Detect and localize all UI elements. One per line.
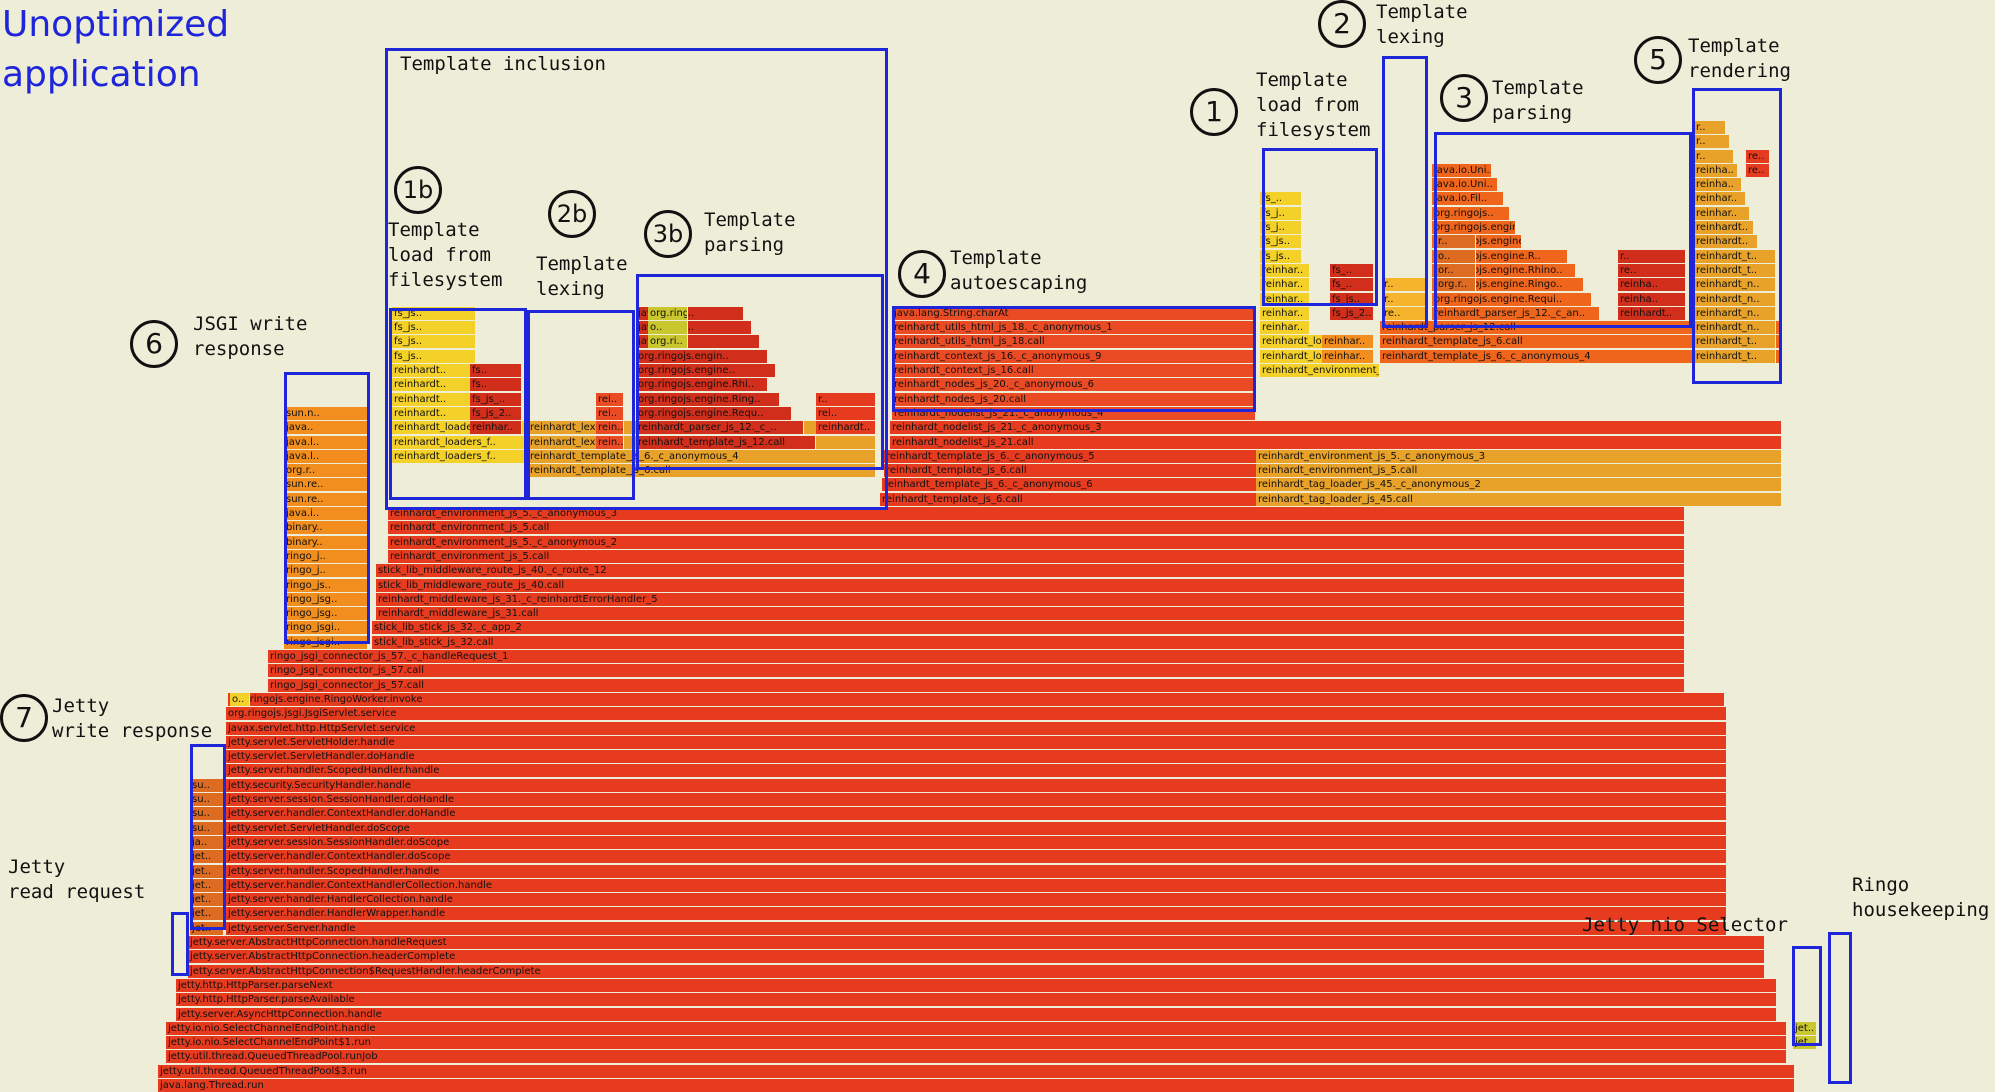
parsing-box xyxy=(1434,132,1692,328)
autoescaping-box xyxy=(892,306,1256,412)
stack-frame[interactable]: jetty.io.nio.SelectChannelEndPoint$1.run xyxy=(166,1036,1787,1050)
annotation-label: Template parsing xyxy=(1492,77,1584,124)
annotation-label: Template lexing xyxy=(536,253,628,300)
annotation-label: Template load from filesystem xyxy=(388,219,503,291)
stack-frame[interactable]: jetty.server.AbstractHttpConnection$Requ… xyxy=(188,964,1765,978)
stack-frame[interactable]: reinhardt_environment_js_5.call xyxy=(388,521,1685,535)
stack-frame[interactable]: org.ringojs.jsgi.JsgiServlet.service xyxy=(226,707,1727,721)
inclusion-load-box xyxy=(389,308,527,500)
jetty-write-box xyxy=(190,744,226,930)
stack-frame[interactable]: reinhardt_middleware_js_31.call xyxy=(376,607,1685,621)
stack-frame[interactable]: jetty.server.AbstractHttpConnection.head… xyxy=(188,950,1765,964)
load-filesystem-frame[interactable]: reinhardt_environment_js_5.call xyxy=(1260,364,1380,377)
stack-frame[interactable]: reinhardt_nodelist_js_21._c_anonymous_3 xyxy=(890,421,1782,435)
stack-frame[interactable]: jetty.server.session.SessionHandler.doHa… xyxy=(226,793,1727,806)
inclusion-lex-box xyxy=(527,310,635,500)
stack-frame[interactable]: ringo_jsgi_connector_js_57.call xyxy=(268,664,1685,678)
stack-frame[interactable]: ringo_jsgi_connector_js_57._c_handleRequ… xyxy=(268,650,1685,663)
stack-frame[interactable]: org.ringojs.engine.RingoWorker.invoke xyxy=(228,692,1725,706)
stack-frame[interactable]: reinhardt_tag_loader_js_45.call xyxy=(1256,492,1782,506)
stack-frame[interactable]: jetty.server.AsyncHttpConnection.handle xyxy=(176,1007,1777,1021)
stack-frame[interactable]: jetty.servlet.ServletHolder.handle xyxy=(226,735,1727,749)
stack-frame[interactable]: jetty.server.session.SessionHandler.doSc… xyxy=(226,835,1727,849)
stack-frame[interactable]: reinhardt_middleware_js_31._c_reinhardtE… xyxy=(376,592,1685,606)
annotation-label: Template inclusion xyxy=(400,53,606,75)
annotation-number: 4 xyxy=(898,250,946,298)
housekeeping-box xyxy=(1828,932,1852,1084)
stack-frame[interactable]: jetty.server.handler.ContextHandler.doHa… xyxy=(226,807,1727,821)
stack-frame[interactable]: stick_lib_middleware_route_js_40.call xyxy=(376,578,1685,592)
stack-frame[interactable]: reinhardt_environment_js_5.call xyxy=(388,549,1685,563)
selector-box xyxy=(1792,946,1822,1046)
annotation-number: 1 xyxy=(1190,88,1238,136)
load-filesystem-frame[interactable]: reinhar.. xyxy=(1322,335,1374,349)
stack-frame[interactable]: stick_lib_stick_js_32.call xyxy=(372,635,1685,649)
stack-frame[interactable]: jetty.server.handler.ContextHandlerColle… xyxy=(226,878,1727,892)
stack-frame[interactable]: jetty.util.thread.QueuedThreadPool.runJo… xyxy=(166,1050,1787,1064)
jsgi-write-box xyxy=(284,372,370,644)
annotation-number: 2b xyxy=(548,190,596,238)
annotation-number: 3 xyxy=(1440,74,1488,122)
stack-frame[interactable]: jetty.server.handler.ScopedHandler.handl… xyxy=(226,764,1727,778)
stack-frame[interactable]: javax.servlet.http.HttpServlet.service xyxy=(226,721,1727,735)
annotation-label: Template load from filesystem xyxy=(1256,69,1371,141)
rendering-box xyxy=(1692,88,1782,384)
annotation-number: 7 xyxy=(0,694,48,742)
annotation-label: Jetty read request xyxy=(8,856,146,903)
stack-frame[interactable]: jetty.servlet.ServletHandler.doScope xyxy=(226,821,1727,835)
stack-frame[interactable]: jetty.server.handler.HandlerWrapper.hand… xyxy=(226,907,1727,921)
load-filesystem-frame[interactable]: reinhar.. xyxy=(1260,306,1310,320)
annotation-label: Jetty write response xyxy=(52,695,213,742)
annotation-number: 3b xyxy=(644,210,692,258)
load-filesystem-box xyxy=(1262,148,1378,306)
stack-frame[interactable]: reinhardt_environment_js_5.call xyxy=(1256,464,1782,478)
stack-frame[interactable]: jetty.server.Server.handle xyxy=(226,921,1727,935)
lexing-box xyxy=(1382,56,1428,328)
load-filesystem-frame[interactable]: reinhar.. xyxy=(1322,349,1374,363)
stack-frame[interactable]: reinhardt_tag_loader_js_45._c_anonymous_… xyxy=(1256,478,1782,492)
stack-frame[interactable]: jetty.util.thread.QueuedThreadPool$3.run xyxy=(158,1064,1795,1078)
annotation-number: 1b xyxy=(394,166,442,214)
stack-frame[interactable]: reinhardt_environment_js_5._c_anonymous_… xyxy=(1256,449,1782,463)
stack-frame[interactable]: reinhardt_environment_js_5._c_anonymous_… xyxy=(388,535,1685,549)
annotation-label: Template rendering xyxy=(1688,35,1791,82)
annotation-number: 6 xyxy=(130,320,178,368)
stack-frame[interactable]: ringo_jsgi_connector_js_57.call xyxy=(268,678,1685,692)
annotation-label: Template lexing xyxy=(1376,1,1468,48)
annotation-label: Template parsing xyxy=(704,209,796,256)
stack-frame[interactable]: stick_lib_stick_js_32._c_app_2 xyxy=(372,621,1685,635)
annotation-label: JSGI write response xyxy=(193,313,308,360)
annotation-number: 5 xyxy=(1634,36,1682,84)
load-filesystem-frame[interactable]: fs_js_2.. xyxy=(1330,306,1374,320)
read-request-box xyxy=(171,912,189,976)
stack-frame[interactable]: jetty.io.nio.SelectChannelEndPoint.handl… xyxy=(166,1021,1787,1035)
stack-frame[interactable]: jetty.server.handler.HandlerCollection.h… xyxy=(226,893,1727,907)
title: Unoptimized application xyxy=(2,4,230,95)
stack-frame[interactable]: jetty.server.AbstractHttpConnection.hand… xyxy=(188,936,1765,949)
annotation-label: Jetty nio Selector xyxy=(1582,914,1788,936)
annotation-number: 2 xyxy=(1318,0,1366,48)
stack-frame[interactable]: stick_lib_middleware_route_js_40._c_rout… xyxy=(376,564,1685,578)
stack-frame[interactable]: jetty.server.handler.ContextHandler.doSc… xyxy=(226,850,1727,864)
stack-frame[interactable]: o.. xyxy=(230,692,250,706)
stack-frame[interactable]: jetty.security.SecurityHandler.handle xyxy=(226,778,1727,792)
load-filesystem-frame[interactable]: reinhar.. xyxy=(1260,321,1310,335)
stack-frame[interactable]: jetty.servlet.ServletHandler.doHandle xyxy=(226,750,1727,764)
stack-frame[interactable]: jetty.http.HttpParser.parseAvailable xyxy=(176,993,1777,1007)
annotation-label: Template autoescaping xyxy=(950,247,1088,294)
inclusion-parse-box xyxy=(636,274,884,470)
stack-frame[interactable]: jetty.http.HttpParser.parseNext xyxy=(176,978,1777,992)
annotation-label: Ringo housekeeping xyxy=(1852,874,1990,921)
stack-frame[interactable]: reinhardt_nodelist_js_21.call xyxy=(890,435,1782,449)
stack-frame[interactable]: jetty.server.handler.ScopedHandler.handl… xyxy=(226,864,1727,878)
